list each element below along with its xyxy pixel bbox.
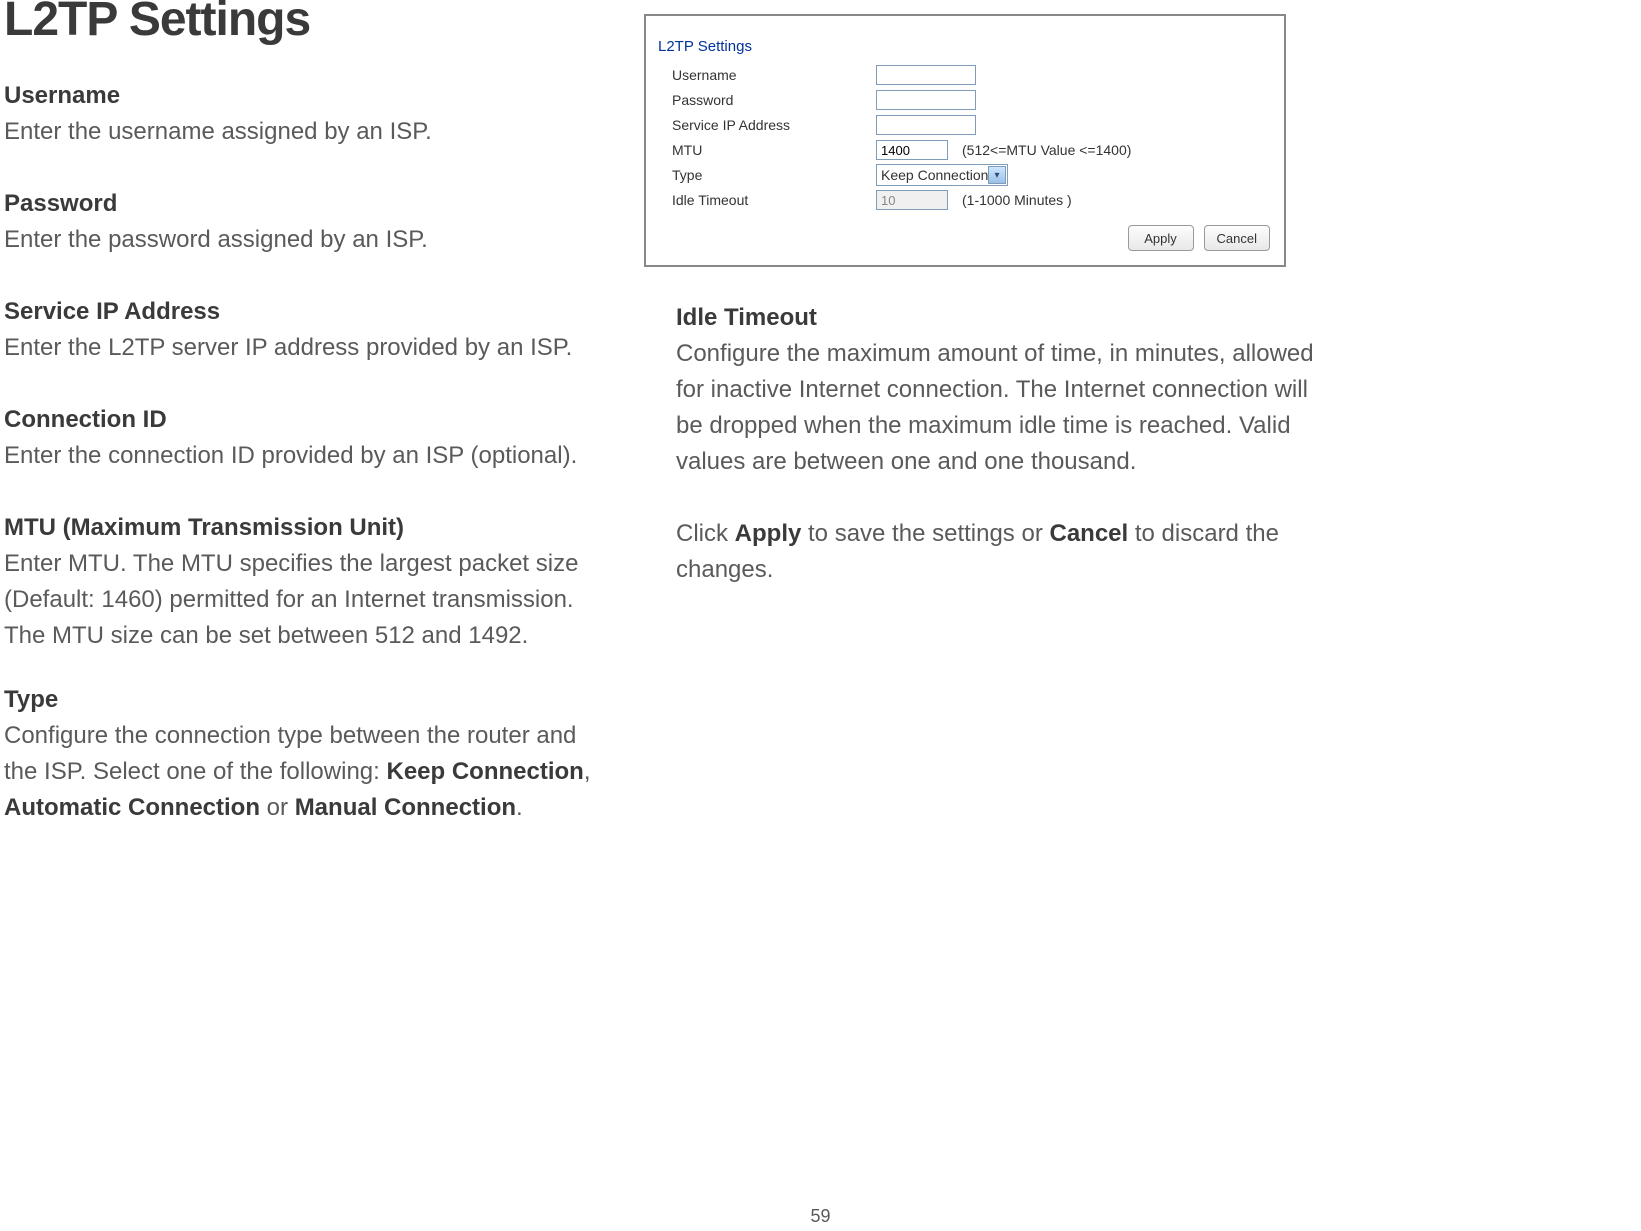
mtu-input[interactable]: [876, 140, 948, 160]
row-type: Type Keep Connection ▾: [672, 164, 1272, 186]
cancel-button[interactable]: Cancel: [1204, 225, 1270, 251]
row-idle-timeout-label: Idle Timeout: [672, 192, 876, 208]
mtu-hint: (512<=MTU Value <=1400): [962, 142, 1131, 158]
type-desc-post: .: [516, 794, 523, 821]
cancel-word: Cancel: [1049, 520, 1128, 547]
panel-title: L2TP Settings: [658, 38, 752, 55]
type-sep2: or: [260, 794, 295, 821]
connection-id-desc: Enter the connection ID provided by an I…: [4, 438, 604, 474]
row-password: Password: [672, 89, 1272, 111]
type-label: Type: [4, 682, 604, 718]
row-service-ip-label: Service IP Address: [672, 117, 876, 133]
mtu-label: MTU (Maximum Transmission Unit): [4, 510, 604, 546]
idle-timeout-hint: (1-1000 Minutes ): [962, 192, 1072, 208]
apply-button[interactable]: Apply: [1128, 225, 1194, 251]
panel-buttons: Apply Cancel: [1128, 225, 1270, 251]
type-select[interactable]: Keep Connection ▾: [876, 164, 1008, 186]
field-connection-id: Connection ID Enter the connection ID pr…: [4, 402, 604, 474]
field-username: Username Enter the username assigned by …: [4, 78, 604, 150]
row-idle-timeout: Idle Timeout (1-1000 Minutes ): [672, 189, 1272, 211]
row-username: Username: [672, 64, 1272, 86]
type-desc: Configure the connection type between th…: [4, 718, 604, 826]
connection-id-label: Connection ID: [4, 402, 604, 438]
password-label: Password: [4, 186, 604, 222]
password-desc: Enter the password assigned by an ISP.: [4, 222, 604, 258]
field-idle-timeout: Idle Timeout Configure the maximum amoun…: [676, 300, 1316, 480]
username-label: Username: [4, 78, 604, 114]
field-mtu: MTU (Maximum Transmission Unit) Enter MT…: [4, 510, 604, 654]
username-input[interactable]: [876, 65, 976, 85]
row-password-label: Password: [672, 92, 876, 108]
row-mtu-label: MTU: [672, 142, 876, 158]
field-password: Password Enter the password assigned by …: [4, 186, 604, 258]
field-type: Type Configure the connection type betwe…: [4, 682, 604, 826]
right-column: Idle Timeout Configure the maximum amoun…: [676, 300, 1316, 588]
idle-timeout-input: [876, 190, 948, 210]
service-ip-input[interactable]: [876, 115, 976, 135]
row-service-ip: Service IP Address: [672, 114, 1272, 136]
left-column: Username Enter the username assigned by …: [4, 78, 604, 862]
password-input[interactable]: [876, 90, 976, 110]
type-opt3: Manual Connection: [295, 794, 516, 821]
type-opt1: Keep Connection: [386, 758, 583, 785]
chevron-down-icon: ▾: [988, 166, 1006, 184]
row-type-label: Type: [672, 167, 876, 183]
username-desc: Enter the username assigned by an ISP.: [4, 114, 604, 150]
idle-timeout-desc: Configure the maximum amount of time, in…: [676, 336, 1316, 480]
page-number: 59: [810, 1206, 830, 1227]
apply-cancel-line: Click Apply to save the settings or Canc…: [676, 516, 1316, 588]
idle-timeout-label: Idle Timeout: [676, 300, 1316, 336]
type-opt2: Automatic Connection: [4, 794, 260, 821]
field-service-ip: Service IP Address Enter the L2TP server…: [4, 294, 604, 366]
service-ip-label: Service IP Address: [4, 294, 604, 330]
row-mtu: MTU (512<=MTU Value <=1400): [672, 139, 1272, 161]
apply-line-pre: Click: [676, 520, 735, 547]
l2tp-settings-panel: L2TP Settings Username Password Service …: [644, 14, 1286, 267]
service-ip-desc: Enter the L2TP server IP address provide…: [4, 330, 604, 366]
apply-line-mid: to save the settings or: [801, 520, 1049, 547]
type-sep1: ,: [584, 758, 591, 785]
row-username-label: Username: [672, 67, 876, 83]
type-select-value: Keep Connection: [881, 167, 988, 183]
apply-word: Apply: [735, 520, 802, 547]
mtu-desc: Enter MTU. The MTU specifies the largest…: [4, 546, 604, 654]
page-title: L2TP Settings: [4, 0, 310, 47]
